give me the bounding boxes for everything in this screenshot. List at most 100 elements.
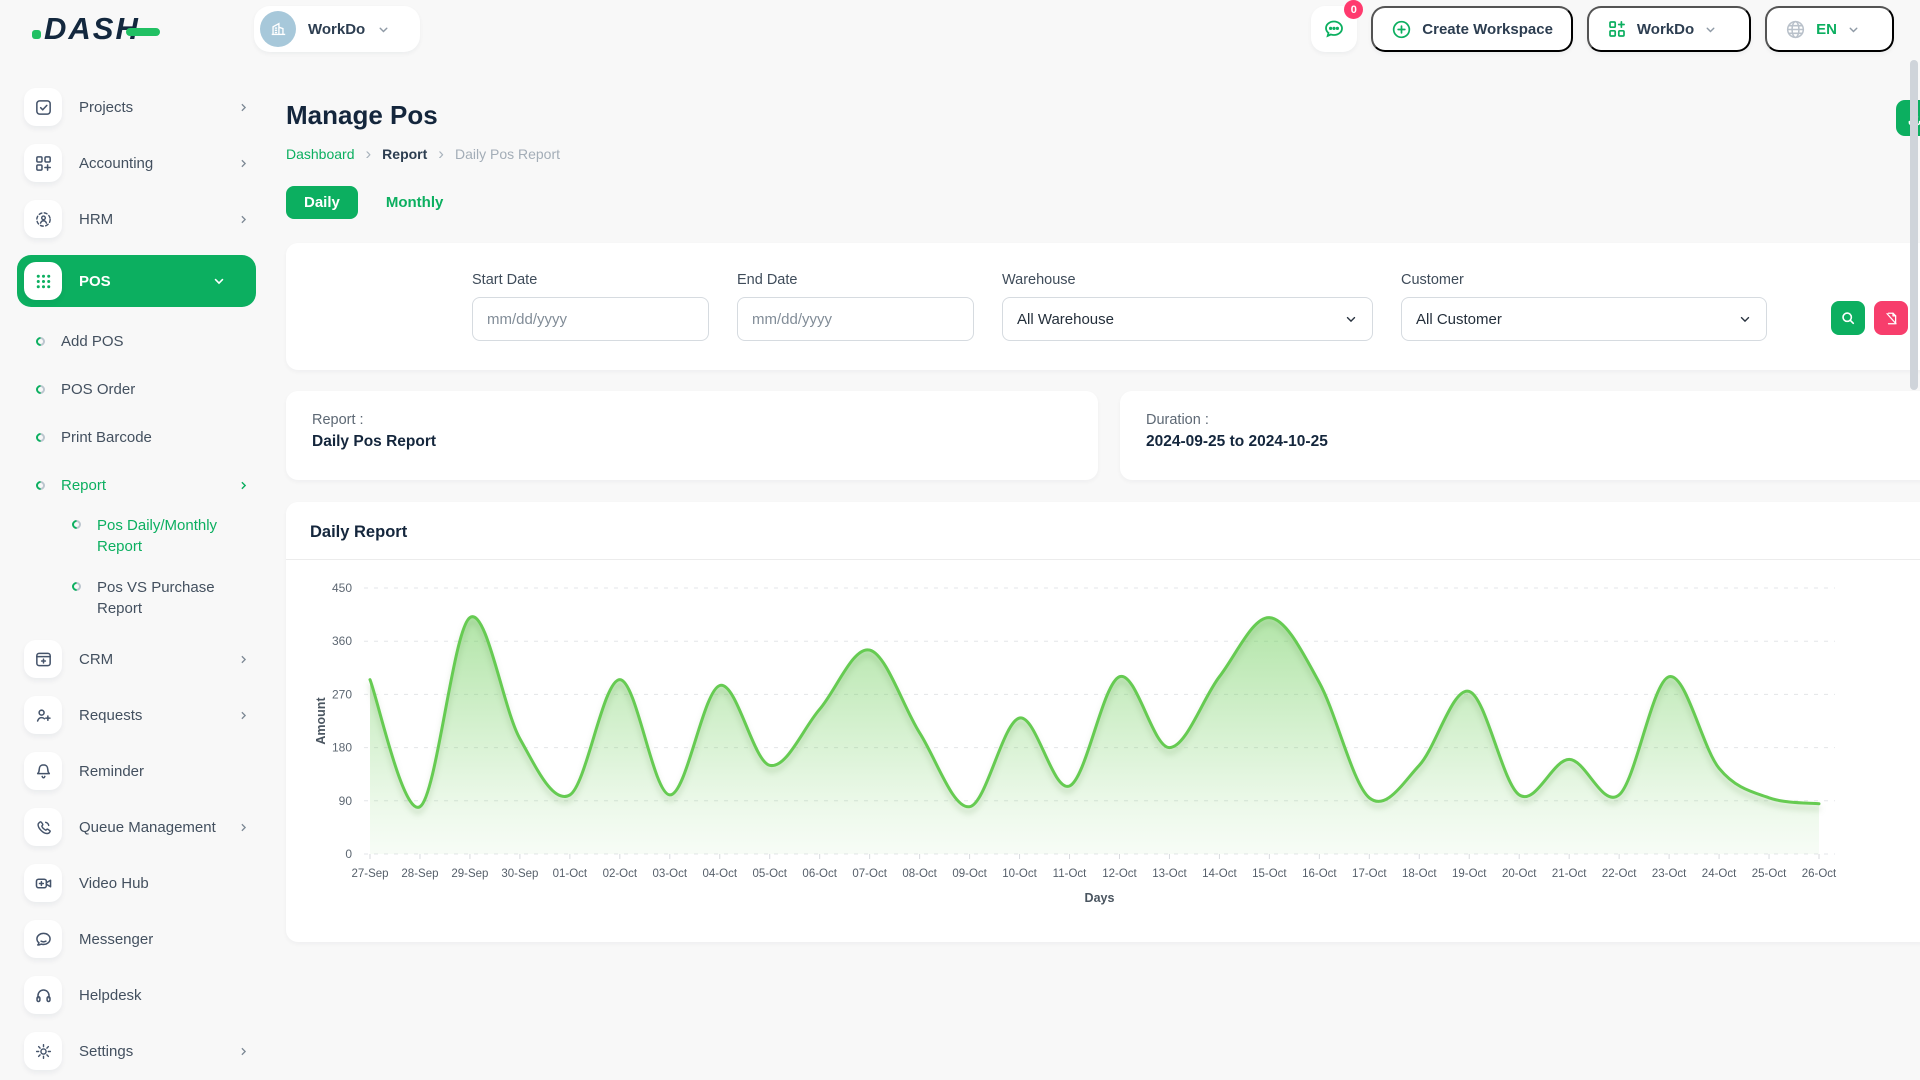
svg-text:17-Oct: 17-Oct	[1352, 868, 1387, 880]
svg-text:19-Oct: 19-Oct	[1452, 868, 1487, 880]
create-workspace-button[interactable]: Create Workspace	[1371, 6, 1573, 52]
sidebar-item-requests[interactable]: Requests	[24, 695, 264, 735]
svg-text:22-Oct: 22-Oct	[1602, 868, 1637, 880]
svg-text:29-Sep: 29-Sep	[451, 868, 488, 880]
chevron-down-icon	[212, 274, 226, 288]
headphones-icon	[24, 976, 62, 1014]
chevron-right-icon	[237, 157, 250, 170]
reset-filter-button[interactable]	[1874, 301, 1908, 335]
breadcrumb-dashboard-link[interactable]: Dashboard	[286, 146, 355, 162]
sidebar-item-label: POS	[79, 273, 195, 290]
sidebar-item-video-hub[interactable]: Video Hub	[24, 863, 264, 903]
page-scrollbar[interactable]	[1910, 60, 1918, 1070]
svg-text:05-Oct: 05-Oct	[752, 868, 787, 880]
workspace-menu-button[interactable]: WorkDo	[1587, 6, 1751, 52]
duration-value: 2024-09-25 to 2024-10-25	[1146, 433, 1906, 451]
submenu-item-report[interactable]: Report	[36, 465, 264, 505]
top-bar-actions: 0 Create Workspace WorkDo EN	[1311, 6, 1894, 52]
svg-text:450: 450	[332, 581, 352, 595]
start-date-field: Start Date	[472, 272, 709, 341]
svg-text:04-Oct: 04-Oct	[703, 868, 738, 880]
svg-text:06-Oct: 06-Oct	[802, 868, 837, 880]
breadcrumb-report-link[interactable]: Report	[382, 146, 427, 162]
end-date-label: End Date	[737, 272, 974, 288]
chevron-right-icon	[237, 213, 250, 226]
chevron-right-icon	[237, 821, 250, 834]
svg-text:26-Oct: 26-Oct	[1802, 868, 1837, 880]
sidebar-item-messenger[interactable]: Messenger	[24, 919, 264, 959]
chevron-down-icon	[1344, 312, 1358, 326]
submenu-item-add-pos[interactable]: Add POS	[36, 321, 264, 361]
submenu-item-label: Add POS	[61, 333, 264, 350]
gear-icon	[24, 1032, 62, 1070]
tab-monthly[interactable]: Monthly	[386, 194, 444, 211]
sidebar-item-pos[interactable]: POS	[17, 255, 256, 307]
chevron-down-icon	[1738, 312, 1752, 326]
sidebar-item-label: HRM	[79, 211, 220, 228]
svg-text:Days: Days	[1085, 891, 1115, 905]
report-mode-tabs: Daily Monthly	[286, 186, 1920, 219]
search-button[interactable]	[1831, 301, 1865, 335]
scrollbar-thumb[interactable]	[1910, 60, 1918, 390]
chevron-down-icon	[1704, 23, 1717, 36]
sidebar-item-accounting[interactable]: Accounting	[24, 143, 264, 183]
customer-selected-value: All Customer	[1416, 311, 1502, 328]
language-selector[interactable]: EN	[1765, 6, 1894, 52]
start-date-input[interactable]	[487, 311, 686, 328]
grid-plus-icon	[1607, 19, 1627, 39]
warehouse-select[interactable]: All Warehouse	[1002, 297, 1373, 341]
end-date-input-wrap	[737, 297, 974, 341]
svg-text:12-Oct: 12-Oct	[1102, 868, 1137, 880]
submenu-item-pos-order[interactable]: POS Order	[36, 369, 264, 409]
customer-select[interactable]: All Customer	[1401, 297, 1767, 341]
sidebar-item-label: Reminder	[79, 763, 264, 780]
sidebar-item-reminder[interactable]: Reminder	[24, 751, 264, 791]
chart-card-header: Daily Report	[286, 502, 1920, 560]
submenu-item-pos-daily-monthly-report[interactable]: Pos Daily/Monthly Report	[72, 515, 264, 557]
filter-card: Start Date End Date Warehouse All Wareho…	[286, 243, 1920, 370]
bullet-icon	[34, 431, 47, 444]
customer-label: Customer	[1401, 272, 1767, 288]
submenu-item-label: POS Order	[61, 381, 264, 398]
bullet-icon	[34, 383, 47, 396]
svg-text:28-Sep: 28-Sep	[401, 868, 438, 880]
start-date-input-wrap	[472, 297, 709, 341]
bullet-icon	[70, 580, 83, 593]
warehouse-selected-value: All Warehouse	[1017, 311, 1114, 328]
workspace-menu-label: WorkDo	[1637, 21, 1694, 38]
language-code: EN	[1816, 21, 1837, 38]
svg-text:02-Oct: 02-Oct	[603, 868, 638, 880]
sidebar-item-settings[interactable]: Settings	[24, 1031, 264, 1071]
sidebar-item-hrm[interactable]: HRM	[24, 199, 264, 239]
svg-text:Amount: Amount	[314, 697, 328, 745]
page-title: Manage Pos	[286, 100, 438, 131]
sidebar-item-helpdesk[interactable]: Helpdesk	[24, 975, 264, 1015]
workspace-selector[interactable]: WorkDo	[254, 6, 420, 52]
sidebar-item-projects[interactable]: Projects	[24, 87, 264, 127]
end-date-input[interactable]	[752, 311, 951, 328]
chevron-right-icon	[237, 653, 250, 666]
accounting-icon	[24, 144, 62, 182]
sidebar-item-crm[interactable]: CRM	[24, 639, 264, 679]
projects-icon	[24, 88, 62, 126]
sidebar-item-label: Settings	[79, 1043, 220, 1060]
logo-dot-icon	[32, 30, 41, 39]
video-camera-icon	[24, 864, 62, 902]
circle-plus-icon	[1391, 19, 1412, 40]
submenu-item-pos-vs-purchase-report[interactable]: Pos VS Purchase Report	[72, 577, 264, 619]
app-logo: DASH	[44, 11, 224, 47]
report-label: Report :	[312, 412, 1072, 428]
submenu-item-print-barcode[interactable]: Print Barcode	[36, 417, 264, 457]
svg-text:07-Oct: 07-Oct	[852, 868, 887, 880]
phone-icon	[24, 808, 62, 846]
end-date-field: End Date	[737, 272, 974, 341]
svg-text:09-Oct: 09-Oct	[952, 868, 987, 880]
sidebar-item-label: Requests	[79, 707, 220, 724]
bullet-icon	[34, 335, 47, 348]
svg-text:180: 180	[332, 741, 352, 755]
sidebar-item-queue-management[interactable]: Queue Management	[24, 807, 264, 847]
tab-daily[interactable]: Daily	[286, 186, 358, 219]
sidebar-item-label: CRM	[79, 651, 220, 668]
daily-report-card: Daily Report 09018027036045027-Sep28-Sep…	[286, 502, 1920, 942]
messages-button[interactable]: 0	[1311, 6, 1357, 52]
